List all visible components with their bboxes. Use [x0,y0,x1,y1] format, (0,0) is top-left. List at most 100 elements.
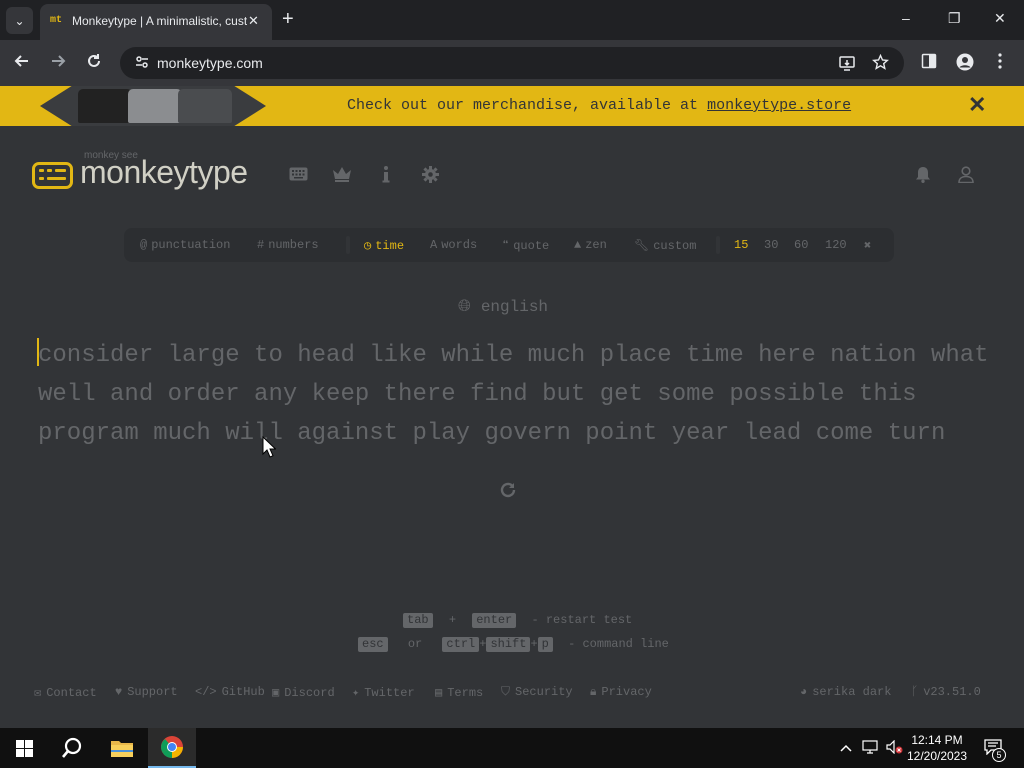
duration-60-button[interactable]: 60 [794,238,808,252]
test-words[interactable]: consider large to head like while much p… [38,336,998,453]
keyboard-icon[interactable] [289,166,308,186]
duration-15-button[interactable]: 15 [734,238,748,252]
shirt-grey-image [128,89,182,123]
at-icon: @ [140,238,148,252]
mode-time-button[interactable]: ◷ time [364,238,404,253]
ctrl-key: ctrl [442,637,480,652]
punctuation-toggle[interactable]: @ punctuation [140,238,230,252]
search-icon [62,737,82,758]
restore-button[interactable]: ❐ [948,10,961,27]
footer-version-link[interactable]: ᚴ v23.51.0 [911,685,981,699]
banner-close-icon[interactable]: ✕ [968,92,986,118]
branch-icon: ᚴ [911,685,919,699]
info-icon[interactable] [382,166,390,188]
crown-icon[interactable] [332,166,352,187]
wrench-icon: 🔧︎ [634,239,650,253]
mode-quote-button[interactable]: ❝ quote [502,238,549,253]
install-app-icon[interactable] [838,54,856,75]
file-explorer-button[interactable] [98,728,146,768]
typing-caret [37,338,39,366]
footer-contact-link[interactable]: ✉ Contact [34,685,97,700]
envelope-icon: ✉ [34,686,42,700]
numbers-toggle[interactable]: # numbers [257,238,319,252]
search-button[interactable] [48,728,96,768]
restart-test-icon[interactable] [499,481,517,505]
mode-zen-button[interactable]: ▲ zen [574,238,607,252]
start-button[interactable] [0,728,48,768]
esc-key: esc [358,637,388,652]
clock-time: 12:14 PM [911,733,963,747]
site-settings-icon[interactable] [134,54,150,73]
mode-words-button[interactable]: Awords [430,238,477,252]
twitter-icon: ✦ [352,686,360,700]
side-panel-icon[interactable] [921,53,937,74]
footer-privacy-link[interactable]: 🔒︎ Privacy [590,685,652,699]
footer-theme-button[interactable]: ◕ serika dark [800,685,891,699]
profile-icon[interactable] [956,53,974,76]
discord-icon: ▣ [272,686,280,700]
footer-discord-link[interactable]: ▣ Discord [272,685,335,700]
close-window-button[interactable]: ✕ [994,10,1006,27]
clock-date: 12/20/2023 [906,749,968,763]
tab-title: Monkeytype | A minimalistic, customizabl… [72,14,247,28]
forward-icon[interactable] [49,52,67,75]
chrome-menu-icon[interactable] [997,53,1003,74]
footer-twitter-link[interactable]: ✦ Twitter [352,685,415,700]
chrome-icon [161,736,183,758]
p-key: p [537,637,553,652]
taskbar-clock[interactable]: 12:14 PM 12/20/2023 [904,732,970,764]
duration-120-button[interactable]: 120 [825,238,847,252]
reload-icon[interactable] [85,52,103,75]
bell-icon[interactable] [915,166,931,188]
new-tab-button[interactable]: + [282,8,294,31]
duration-30-button[interactable]: 30 [764,238,778,252]
chevron-down-icon: ⌄ [14,13,25,28]
url-text: monkeytype.com [157,55,263,71]
tray-overflow-icon[interactable] [840,740,852,755]
mountain-icon: ▲ [574,238,582,252]
banner-text: Check out our merchandise, available at [347,97,708,114]
mode-custom-button[interactable]: 🔧︎ custom [634,238,696,253]
custom-duration-tools-icon[interactable]: ✖ [864,238,871,253]
footer-github-link[interactable]: </> GitHub [195,685,265,699]
hash-icon: # [257,238,265,252]
close-tab-icon[interactable]: ✕ [248,13,259,29]
logo-text[interactable]: monkeytype [80,154,248,191]
command-line-hint: esc or ctrl + shift + p - command line [358,637,669,652]
merch-banner: Check out our merchandise, available at … [0,86,1024,126]
code-icon: </> [195,685,217,699]
footer-support-link[interactable]: ♥ Support [115,685,178,699]
browser-tab-strip: ⌄ mt Monkeytype | A minimalistic, custom… [0,0,1024,40]
account-icon[interactable] [958,166,974,188]
shift-key: shift [486,637,531,652]
footer-terms-link[interactable]: ▤ Terms [435,685,483,700]
language-label: english [480,298,549,316]
favicon-icon: mt [50,15,63,26]
browser-toolbar: monkeytype.com [0,40,1024,86]
address-bar[interactable]: monkeytype.com [120,47,904,79]
config-divider [716,236,720,254]
palette-icon: ◕ [800,685,808,699]
clock-icon: ◷ [364,239,372,253]
donate-icon: ♥ [115,685,123,699]
network-icon[interactable] [862,740,880,757]
mouse-cursor-icon [262,435,277,463]
language-button[interactable]: 🌐︎ english [458,298,548,316]
merch-store-link[interactable]: monkeytype.store [707,97,851,114]
chrome-taskbar-button[interactable] [148,728,196,768]
windows-icon [15,739,33,757]
browser-tab[interactable]: mt Monkeytype | A minimalistic, customiz… [40,4,272,40]
minimize-button[interactable]: – [902,10,910,26]
bookmark-star-icon[interactable] [872,53,889,74]
shirt-dark-image [78,89,132,123]
footer-security-link[interactable]: ⛉ Security [501,685,573,699]
back-icon[interactable] [13,52,31,75]
volume-muted-icon[interactable] [886,739,904,757]
tab-search-button[interactable]: ⌄ [6,7,33,34]
gear-icon[interactable] [422,166,439,188]
quote-icon: ❝ [502,239,510,253]
test-config-bar: @ punctuation # numbers ◷ time Awords ❝ quot… [124,228,894,262]
lock-icon: 🔒︎ [590,685,597,699]
logo-icon[interactable] [32,162,73,189]
document-icon: ▤ [435,686,443,700]
